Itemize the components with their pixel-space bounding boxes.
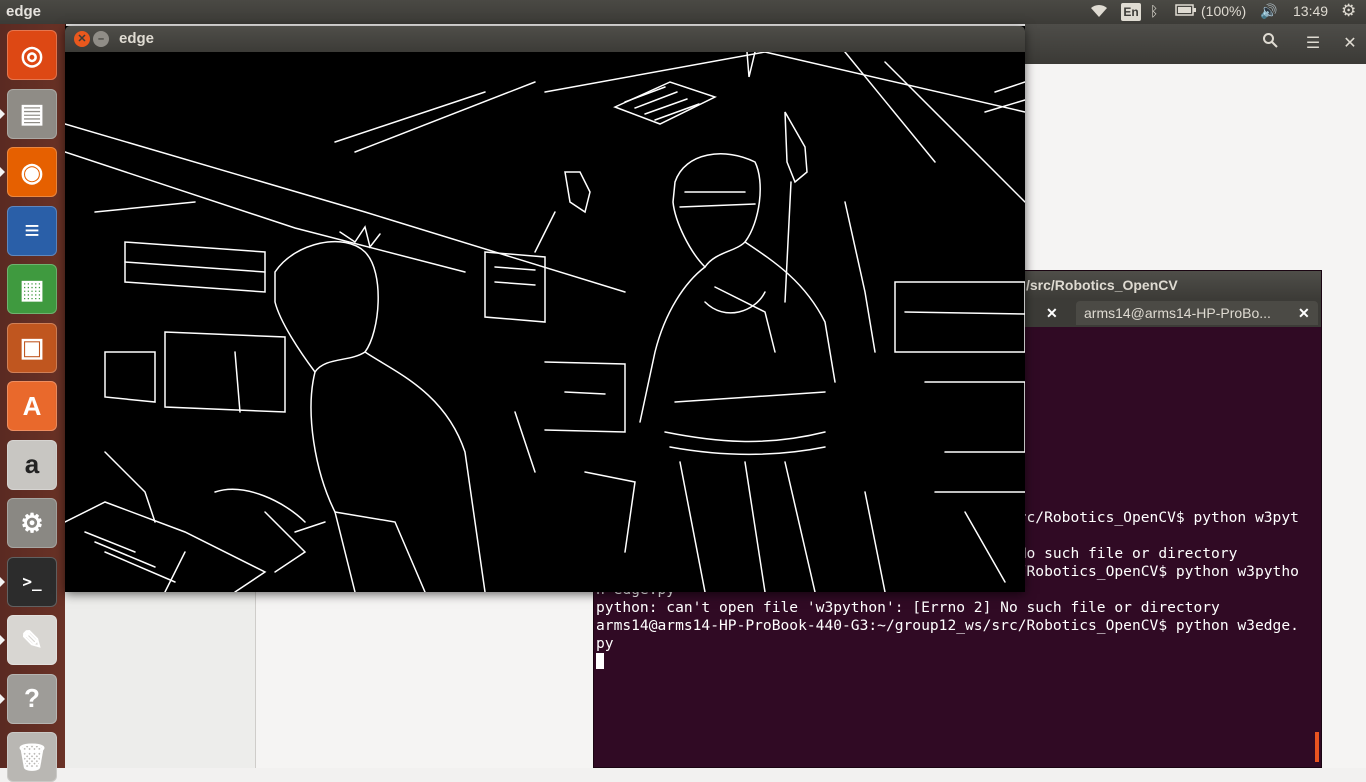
window-minimize-button[interactable]: –	[93, 31, 109, 47]
volume-icon[interactable]: 🔊	[1260, 3, 1277, 20]
launcher-running-indicator	[0, 635, 5, 645]
edge-detection-image	[65, 52, 1025, 592]
battery-percent[interactable]: (100%)	[1201, 3, 1246, 19]
launcher-libreoffice-writer-icon[interactable]: ≡	[7, 205, 57, 256]
top-panel: edge En ᛒ (100%) 🔊 13:49 ⚙	[0, 0, 1366, 24]
edge-window-title: edge	[119, 30, 155, 47]
launcher: ◎ ▤ ◉ ≡ ▦ ▣ Aa ⚙ >_ ✎? 🗑	[0, 24, 66, 782]
launcher-running-indicator	[0, 167, 5, 177]
terminal-cursor	[596, 653, 604, 669]
launcher-running-indicator	[0, 576, 5, 587]
battery-icon[interactable]	[1175, 3, 1197, 20]
launcher-software-center-icon[interactable]: A	[7, 381, 57, 431]
terminal-cursor-line	[596, 653, 1316, 671]
keyboard-layout-indicator[interactable]: En	[1121, 3, 1141, 21]
launcher-libreoffice-impress-icon[interactable]: ▣	[7, 322, 57, 373]
launcher-libreoffice-calc-icon[interactable]: ▦	[7, 264, 57, 314]
terminal-line: arms14@arms14-HP-ProBook-440-G3:~/group1…	[596, 617, 1299, 634]
launcher-running-indicator	[0, 693, 5, 704]
launcher-help-icon[interactable]: ?	[7, 673, 57, 724]
launcher-system-settings-icon[interactable]: ⚙	[7, 498, 57, 548]
tab-close-icon[interactable]: ✕	[1298, 301, 1310, 325]
launcher-amazon-icon[interactable]: a	[7, 439, 57, 490]
tab-close-icon[interactable]: ✕	[1046, 301, 1058, 325]
close-icon[interactable]: ✕	[1335, 31, 1365, 57]
terminal-scrollbar[interactable]	[1315, 732, 1319, 762]
terminal-line: python: can't open file 'w3python': [Err…	[596, 599, 1220, 616]
launcher-ubuntu-dash-icon[interactable]: ◎	[7, 30, 57, 80]
system-gear-icon[interactable]: ⚙	[1341, 1, 1356, 21]
search-icon[interactable]	[1255, 31, 1285, 57]
terminal-line: py	[596, 635, 614, 652]
background-sidebar	[65, 591, 256, 768]
edge-titlebar[interactable]: ✕ – edge	[65, 26, 1025, 52]
active-app-title: edge	[6, 3, 42, 20]
launcher-terminal-icon[interactable]: >_	[7, 556, 57, 607]
menu-icon[interactable]: ☰	[1298, 31, 1328, 57]
launcher-running-indicator	[0, 108, 5, 119]
background-window-toolbar: ☰ ✕	[1025, 24, 1366, 64]
launcher-text-editor-icon[interactable]: ✎	[7, 615, 57, 665]
launcher-trash-icon[interactable]: 🗑	[7, 732, 57, 782]
wifi-icon[interactable]	[1089, 3, 1109, 22]
launcher-firefox-icon[interactable]: ◉	[7, 147, 57, 197]
terminal-tab-2[interactable]: arms14@arms14-HP-ProBo... ✕	[1076, 301, 1318, 325]
tab-label: arms14@arms14-HP-ProBo...	[1084, 305, 1271, 321]
window-close-button[interactable]: ✕	[74, 31, 90, 47]
bluetooth-icon[interactable]: ᛒ	[1150, 3, 1158, 19]
launcher-files-icon[interactable]: ▤	[7, 88, 57, 139]
edge-window[interactable]: ✕ – edge	[65, 26, 1025, 592]
terminal-title: /src/Robotics_OpenCV	[1026, 277, 1178, 293]
clock[interactable]: 13:49	[1293, 3, 1328, 19]
